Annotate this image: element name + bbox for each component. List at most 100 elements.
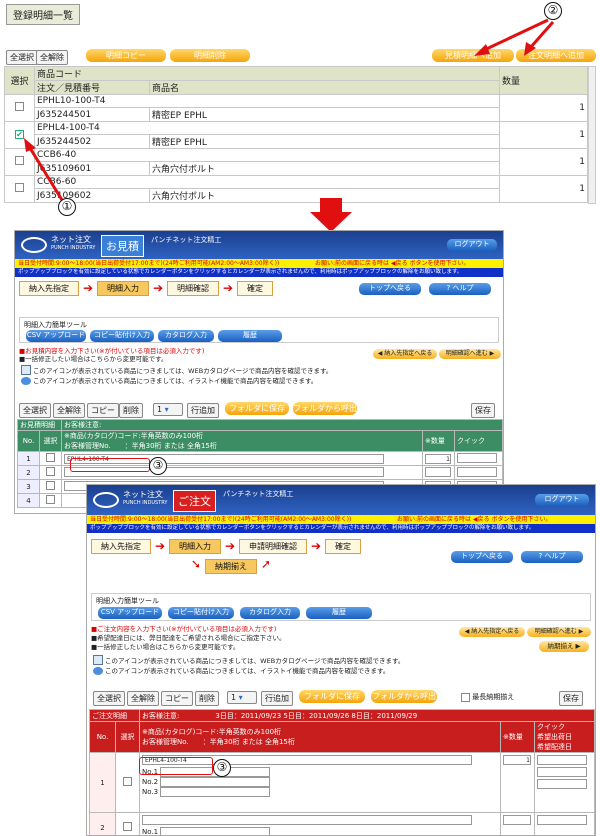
mgmt-label: No.2 bbox=[142, 778, 159, 786]
notice-back: お願い:前の画面に戻る時は ◀戻る ボタンを使用下さい。 bbox=[315, 260, 470, 267]
next-confirm-button[interactable]: 明細確認へ進む ▶ bbox=[527, 627, 591, 637]
row-no: 2 bbox=[89, 812, 116, 835]
deselect-all-button[interactable]: 全解除 bbox=[53, 403, 85, 418]
nouki-button[interactable]: 納期揃え ▶ bbox=[539, 641, 589, 652]
ship-date-input[interactable] bbox=[537, 767, 587, 777]
qty-input[interactable] bbox=[425, 466, 451, 477]
col-no: No. bbox=[17, 430, 40, 452]
copy-paste-button[interactable]: コピー貼付け入力 bbox=[90, 330, 154, 342]
row-checkbox[interactable] bbox=[46, 481, 55, 490]
marker-3: ③ bbox=[213, 759, 231, 777]
order-screen: ネット注文 PUNCH INDUSTRY ご注文 パンチネット注文精工 ログアウ… bbox=[86, 484, 596, 836]
notice-hours: 当日受付時間:9:00〜18:00(当日出荷受付17:00まで)(24時ご利用可… bbox=[18, 260, 280, 267]
header-row: No. 選択 ※商品(カタログ)コード:半角英数のみ100桁 お客様管理No. ：… bbox=[17, 430, 503, 452]
help-button[interactable]: ? ヘルプ bbox=[429, 283, 491, 295]
add-row-button[interactable]: 行追加 bbox=[187, 403, 219, 418]
step-delivery: 納入先指定 bbox=[91, 539, 151, 554]
notice-hours: 当日受付時間:9:00〜18:00(当日出荷受付17:00まで)(24時ご利用可… bbox=[90, 516, 352, 523]
qty-input[interactable] bbox=[503, 815, 531, 825]
delete-button[interactable]: 削除 bbox=[119, 403, 143, 418]
chevron-down-icon: ▾ bbox=[238, 693, 243, 702]
deselect-all-button[interactable]: 全解除 bbox=[127, 691, 159, 706]
product-code-input[interactable] bbox=[142, 815, 472, 825]
help-button[interactable]: ? ヘルプ bbox=[521, 551, 583, 563]
qty-input[interactable]: 1 bbox=[425, 453, 451, 464]
row-no: 2 bbox=[17, 465, 40, 480]
save-folder-button[interactable]: フォルダに保存 bbox=[225, 402, 289, 415]
note-required: ■ご注文内容を入力下さい(※が付いている項目は必須入力です) bbox=[91, 625, 277, 633]
row-no: 4 bbox=[17, 493, 40, 508]
mgmt-input-2[interactable] bbox=[160, 777, 271, 787]
logout-button[interactable]: ログアウト bbox=[535, 494, 589, 506]
logo-text: ネット注文 bbox=[51, 235, 91, 244]
load-folder-button[interactable]: フォルダから呼出 bbox=[371, 690, 437, 703]
quick-select[interactable] bbox=[457, 466, 497, 477]
catalog-input-button[interactable]: カタログ入力 bbox=[240, 607, 300, 619]
load-folder-button[interactable]: フォルダから呼出 bbox=[293, 402, 357, 415]
note-catalog: このアイコンが表示されている商品につきましては、WEBカタログページで商品内容を… bbox=[33, 367, 333, 375]
csv-upload-button[interactable]: CSV アップロード bbox=[98, 607, 162, 619]
top-button[interactable]: トップへ戻る bbox=[451, 551, 513, 563]
row-checkbox[interactable] bbox=[46, 495, 55, 504]
step-details-input: 明細入力 bbox=[169, 539, 221, 554]
row-checkbox[interactable] bbox=[46, 467, 55, 476]
annotation-arrows-top bbox=[24, 18, 555, 230]
section-row: ご注文明細 お客様注意: 3日目：2011/09/23 5日目：2011/09/2… bbox=[89, 709, 595, 722]
col-no: No. bbox=[89, 721, 116, 753]
customer-note: お客様注意: bbox=[142, 711, 180, 720]
logout-button[interactable]: ログアウト bbox=[447, 239, 497, 251]
history-button[interactable]: 履歴 bbox=[306, 607, 372, 619]
save-button[interactable]: 保存 bbox=[559, 691, 583, 706]
step-arrow-icon: ➔ bbox=[153, 281, 164, 295]
save-folder-button[interactable]: フォルダに保存 bbox=[299, 690, 365, 703]
row-checkbox[interactable] bbox=[123, 822, 132, 831]
copy-paste-button[interactable]: コピー貼付け入力 bbox=[168, 607, 234, 619]
notice-back: お願い:前の画面に戻る時は ◀戻る ボタンを使用下さい。 bbox=[397, 516, 552, 523]
row-no: 1 bbox=[17, 451, 40, 466]
notice-bar-2: ポップアップブロックを有効に設定している状態でカレンダーボタンをクリックするとカ… bbox=[87, 524, 595, 533]
row-count-select[interactable]: 1 ▾ bbox=[153, 403, 183, 416]
longest-delivery-checkbox[interactable] bbox=[461, 692, 470, 702]
copy-button[interactable]: コピー bbox=[87, 403, 119, 418]
mgmt-input-1[interactable] bbox=[160, 827, 271, 835]
copy-button[interactable]: コピー bbox=[161, 691, 193, 706]
select-all-button[interactable]: 全選択 bbox=[19, 403, 51, 418]
step-confirm: 明細確認 bbox=[167, 281, 219, 296]
illust-icon bbox=[21, 377, 31, 385]
longest-delivery-option[interactable]: 最長納期揃え bbox=[461, 692, 514, 702]
save-button[interactable]: 保存 bbox=[471, 403, 495, 418]
row-count-select[interactable]: 1 ▾ bbox=[227, 691, 257, 704]
highlight-box bbox=[139, 757, 213, 775]
add-row-button[interactable]: 行追加 bbox=[261, 691, 293, 706]
mgmt-input-3[interactable] bbox=[160, 787, 271, 797]
section-label: お見積明細 bbox=[17, 419, 62, 431]
row-checkbox[interactable] bbox=[46, 453, 55, 462]
top-button[interactable]: トップへ戻る bbox=[359, 283, 421, 295]
row-count-value: 1 bbox=[157, 405, 163, 414]
quick-select[interactable] bbox=[537, 815, 587, 825]
qty-input[interactable]: 1 bbox=[503, 755, 531, 765]
step-arrow-icon: ➔ bbox=[311, 539, 322, 553]
quick-select[interactable] bbox=[537, 755, 587, 765]
col-delivery-date: 希望配達日 bbox=[537, 743, 572, 751]
delivery-date-input[interactable] bbox=[537, 779, 587, 789]
back-to-delivery-button[interactable]: ◀ 納入先指定へ戻る bbox=[373, 349, 437, 359]
illust-icon bbox=[93, 667, 103, 675]
history-button[interactable]: 履歴 bbox=[218, 330, 282, 342]
catalog-input-button[interactable]: カタログ入力 bbox=[158, 330, 214, 342]
back-to-delivery-button[interactable]: ◀ 納入先指定へ戻る bbox=[459, 627, 525, 637]
delete-button[interactable]: 削除 bbox=[195, 691, 219, 706]
mgmt-label: No.1 bbox=[142, 828, 159, 836]
arrowhead-icon bbox=[474, 44, 490, 56]
csv-upload-button[interactable]: CSV アップロード bbox=[26, 330, 86, 342]
select-all-button[interactable]: 全選択 bbox=[93, 691, 125, 706]
step-complete: 確定 bbox=[325, 539, 361, 554]
tool-title: 明細入力簡単ツール bbox=[24, 321, 87, 329]
marker-3: ③ bbox=[149, 457, 167, 475]
next-confirm-button[interactable]: 明細確認へ進む ▶ bbox=[439, 349, 501, 359]
quick-select[interactable] bbox=[457, 452, 497, 463]
notice-bar-1: 当日受付時間:9:00〜18:00(当日出荷受付17:00まで)(24時ご利用可… bbox=[87, 515, 595, 524]
chevron-down-icon: ▾ bbox=[164, 405, 169, 414]
row-no: 1 bbox=[89, 752, 116, 813]
row-checkbox[interactable] bbox=[123, 777, 132, 786]
